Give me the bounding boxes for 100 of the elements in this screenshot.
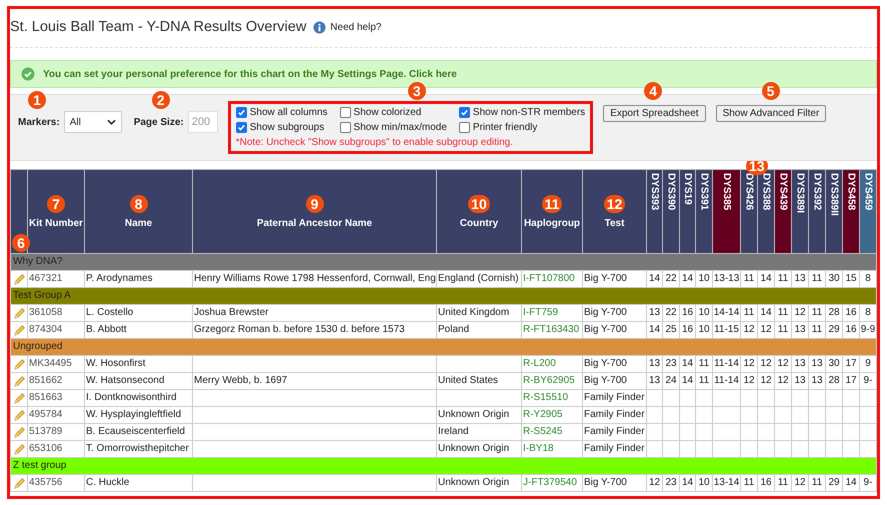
checkbox-label: Printer friendly — [472, 122, 538, 133]
checkbox[interactable] — [340, 122, 351, 133]
marker-value-cell: 12 — [774, 356, 792, 372]
callout-badge: 9 — [306, 194, 324, 212]
marker-column-header[interactable]: DYS393 — [646, 170, 662, 254]
marker-value-cell: 17 — [842, 372, 860, 390]
haplogroup-cell: J-FT379540 — [522, 474, 582, 492]
name-cell: W. Hosonfirst — [84, 356, 192, 372]
marker-value-cell: 14 — [842, 474, 860, 492]
marker-value-cell: 14 — [758, 304, 774, 322]
ancestor-cell: Merry Webb, b. 1697 — [192, 372, 436, 390]
marker-value-cell: 13 — [646, 356, 662, 372]
pencil-icon[interactable] — [12, 442, 26, 456]
marker-column-header[interactable]: DYS385 — [712, 170, 740, 254]
marker-column-header[interactable]: DYS389I — [792, 170, 808, 254]
name-cell: W. Hysplayingleftfield — [84, 406, 192, 424]
marker-value-cell: 28 — [826, 372, 842, 390]
callout-badge: 1 — [28, 91, 46, 109]
callout-badge: 3 — [408, 82, 426, 100]
column-header[interactable]: Kit Number — [29, 218, 83, 228]
chevron-icon — [106, 119, 116, 125]
column-header[interactable]: Haplogroup — [524, 218, 580, 228]
marker-value-cell: 13 — [808, 372, 826, 390]
callout-badge: 12 — [604, 194, 626, 212]
pencil-icon[interactable] — [12, 426, 26, 438]
help-link[interactable]: Need help? — [330, 22, 382, 32]
marker-value-cell: 22 — [662, 304, 680, 322]
marker-value-cell: 14 — [680, 372, 696, 390]
kit-number-cell: MK34495 — [28, 356, 84, 372]
marker-column-header[interactable]: DYS392 — [808, 170, 826, 254]
test-cell: Family Finder — [582, 390, 646, 406]
column-header[interactable]: Paternal Ancestor Name — [256, 218, 372, 228]
marker-value-cell: 9- — [860, 372, 876, 390]
column-header[interactable]: Country — [460, 218, 498, 228]
marker-value-cell: 23 — [662, 474, 680, 492]
name-cell: B. Ecauseiscenterfield — [84, 424, 192, 440]
pencil-icon[interactable] — [12, 324, 26, 336]
checkbox[interactable] — [458, 107, 470, 118]
pencil-icon[interactable] — [12, 408, 26, 422]
name-cell: I. Dontknowisonthird — [84, 390, 192, 406]
markers-select[interactable]: All — [64, 111, 122, 133]
marker-value-cell: 16 — [842, 304, 860, 322]
pencil-icon[interactable] — [12, 358, 26, 370]
marker-value-cell: 13-14 — [712, 474, 740, 492]
marker-value-cell: 23 — [662, 356, 680, 372]
haplogroup-cell: R-S15510 — [522, 390, 582, 406]
country-cell: United Kingdom — [436, 304, 522, 322]
checkbox[interactable] — [236, 122, 247, 133]
kit-number-cell: 513789 — [28, 424, 84, 440]
click-here-link[interactable]: Click here — [409, 68, 457, 80]
group-row[interactable]: Test Group A — [10, 288, 876, 304]
test-cell: Family Finder — [582, 406, 646, 424]
column-header[interactable]: Test — [604, 218, 624, 228]
marker-value-cell: 11 — [808, 304, 826, 322]
note-text: *Note: Uncheck "Show subgroups" to enable subgroup editing. — [236, 137, 514, 148]
haplogroup-cell: I-FT759 — [522, 304, 582, 322]
pencil-icon[interactable] — [12, 374, 26, 388]
group-row[interactable]: Ungrouped — [10, 338, 876, 356]
kit-number-cell: 495784 — [28, 406, 84, 424]
checkbox[interactable] — [458, 122, 470, 133]
marker-value-cell: 11-14 — [712, 356, 740, 372]
haplogroup-cell: R-L200 — [522, 356, 582, 372]
marker-value-cell: 14-14 — [712, 304, 740, 322]
kit-number-cell: 851663 — [28, 390, 84, 406]
marker-value-cell: 14 — [680, 356, 696, 372]
pencil-icon[interactable] — [12, 392, 26, 404]
marker-value-cell: 13 — [792, 356, 808, 372]
group-row[interactable]: Why DNA? — [10, 254, 876, 270]
checkbox[interactable] — [340, 107, 351, 118]
checkbox[interactable] — [236, 107, 247, 118]
haplogroup-cell: R-S5245 — [522, 424, 582, 440]
checkbox-label: Show all columns — [250, 107, 328, 118]
info-icon[interactable] — [313, 20, 326, 34]
marker-column-header[interactable]: DYS390 — [662, 170, 680, 254]
marker-column-header[interactable]: DYS459 — [860, 170, 876, 254]
marker-value-cell: 12 — [774, 372, 792, 390]
banner-text: You can set your personal preference for this chart on the My Settings Page. — [43, 68, 406, 80]
page-size-field[interactable]: 200 — [188, 111, 218, 133]
country-cell: United States — [436, 372, 522, 390]
callout-badge: 10 — [468, 194, 490, 212]
marker-column-header[interactable]: DYS389II — [826, 170, 842, 254]
marker-value-cell: 29 — [826, 474, 842, 492]
marker-value-cell: 13 — [792, 372, 808, 390]
column-header[interactable]: Name — [124, 218, 152, 228]
marker-value-cell: 11 — [740, 474, 758, 492]
group-row[interactable]: Z test group — [10, 458, 876, 474]
marker-value-cell: 9 — [860, 356, 876, 372]
marker-value-cell: 11 — [696, 356, 712, 372]
haplogroup-cell: R-BY62905 — [522, 372, 582, 390]
pencil-icon[interactable] — [12, 272, 26, 286]
marker-value-cell: 13 — [808, 356, 826, 372]
marker-column-header[interactable]: DYS19 — [680, 170, 696, 254]
marker-column-header[interactable]: DYS439 — [774, 170, 792, 254]
pencil-icon[interactable] — [12, 306, 26, 320]
callout-badge: 8 — [130, 194, 148, 212]
marker-column-header[interactable]: DYS391 — [696, 170, 712, 254]
marker-value-cell: 13 — [646, 372, 662, 390]
pencil-icon[interactable] — [12, 476, 26, 490]
marker-column-header[interactable]: DYS426 — [740, 170, 758, 254]
marker-column-header[interactable]: DYS458 — [842, 170, 860, 254]
